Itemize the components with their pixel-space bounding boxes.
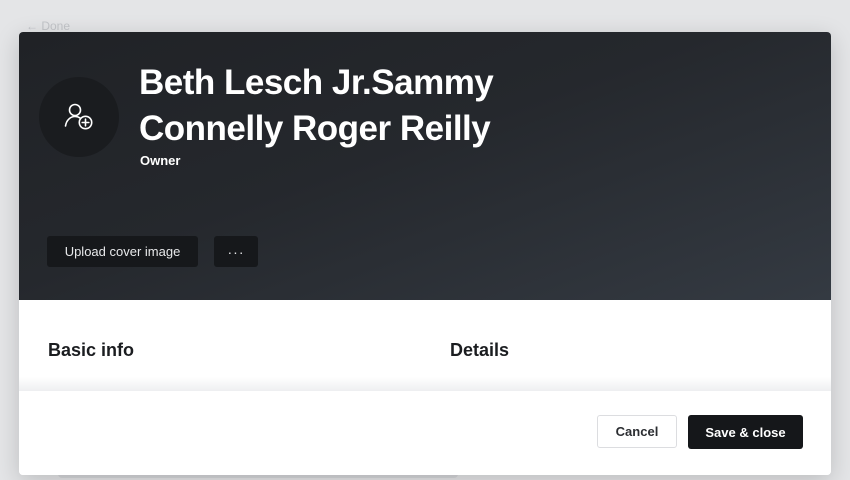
cover-image-area: Beth Lesch Jr.Sammy Connelly Roger Reill…	[19, 32, 831, 300]
more-options-button[interactable]: ···	[214, 236, 258, 267]
add-user-icon	[64, 103, 93, 130]
basic-info-heading: Basic info	[48, 340, 135, 360]
profile-role: Owner	[140, 153, 181, 168]
details-heading: Details	[450, 340, 510, 360]
profile-edit-modal: Beth Lesch Jr.Sammy Connelly Roger Reill…	[19, 32, 831, 475]
cancel-button[interactable]: Cancel	[597, 415, 677, 448]
modal-footer: Cancel Save & close	[19, 391, 831, 475]
save-and-close-button[interactable]: Save & close	[688, 415, 803, 449]
avatar[interactable]	[39, 77, 119, 157]
upload-cover-image-button[interactable]: Upload cover image	[47, 236, 198, 267]
scroll-fade	[19, 377, 831, 391]
profile-name: Beth Lesch Jr.Sammy Connelly Roger Reill…	[139, 63, 494, 148]
back-link[interactable]: ← Done	[26, 19, 70, 33]
